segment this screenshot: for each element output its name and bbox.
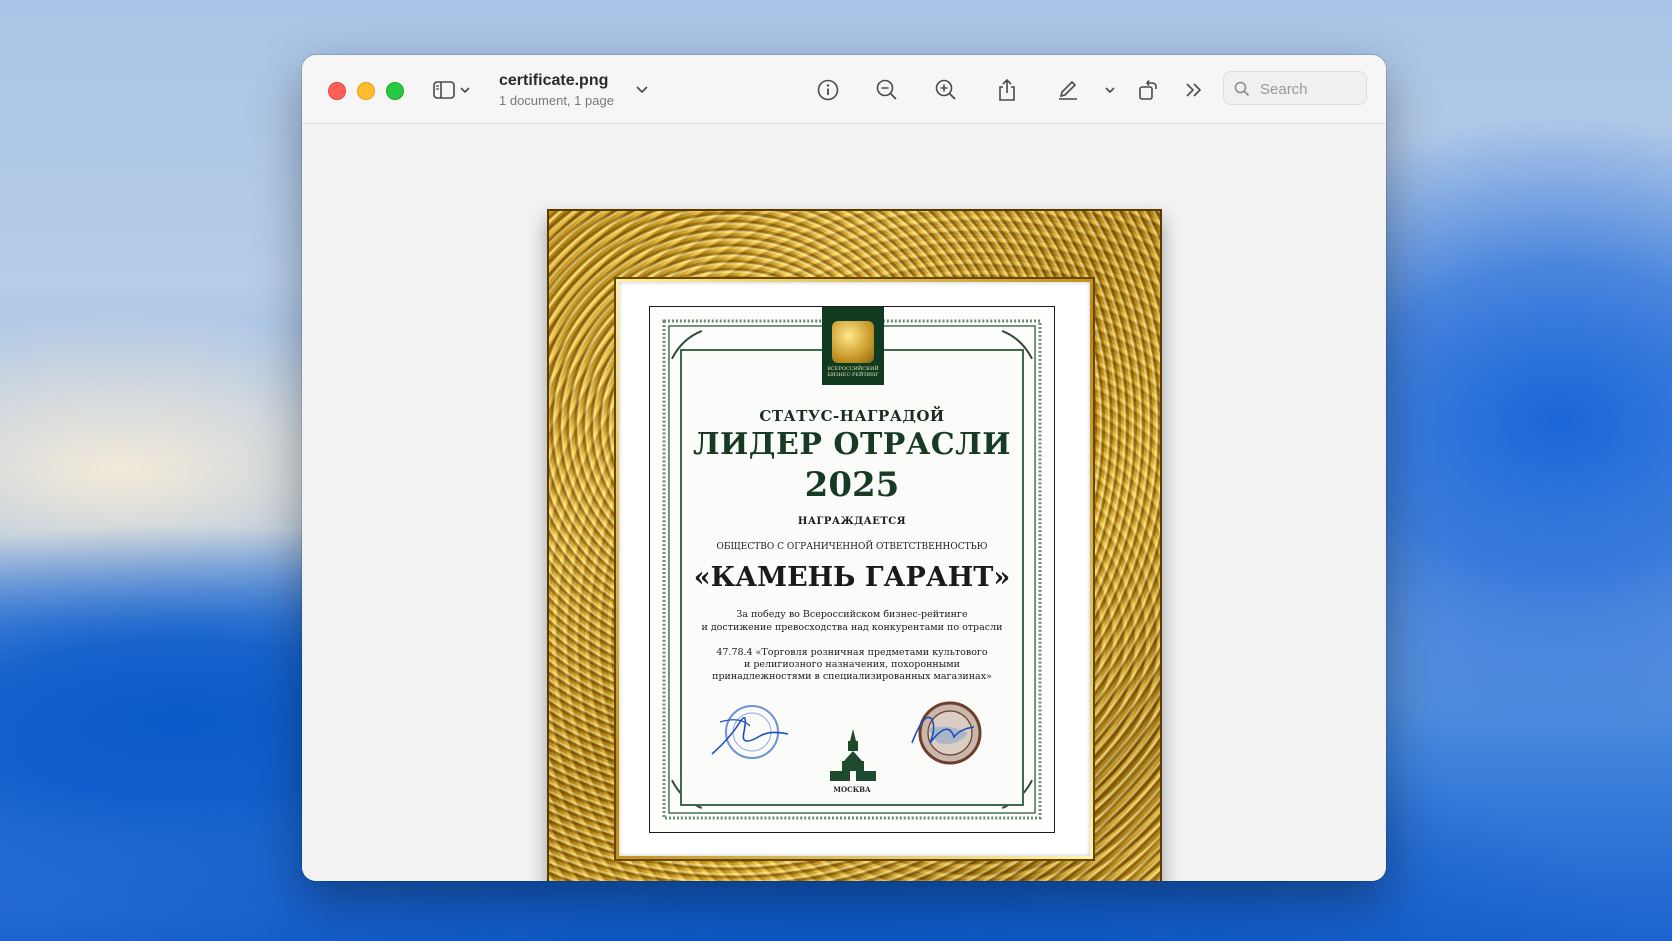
status-line: СТАТУС-НАГРАДОЙ <box>759 407 945 425</box>
rotate-icon <box>1139 80 1157 100</box>
company-name: «КАМЕНЬ ГАРАНТ» <box>693 562 1011 593</box>
info-icon <box>817 79 839 101</box>
document-title[interactable]: certificate.png <box>499 72 608 90</box>
document-menu-chevron[interactable] <box>634 77 650 103</box>
more-icon <box>1186 83 1202 97</box>
markup-button[interactable] <box>1054 77 1082 103</box>
sidebar-toggle-button[interactable] <box>430 77 458 103</box>
sidebar-options-chevron[interactable] <box>457 77 473 103</box>
search-icon <box>1234 81 1250 97</box>
zoom-out-icon <box>876 79 897 100</box>
share-icon <box>999 78 1015 101</box>
chevron-down-icon <box>1105 86 1115 93</box>
markup-pen-icon <box>1059 80 1077 100</box>
certificate: ВСЕРОССИЙСКИЙ БИЗНЕС-РЕЙТИНГ СТАТУС-НАГР… <box>649 306 1055 833</box>
activity-code-line-1: 47.78.4 «Торговля розничная предметами к… <box>716 647 988 658</box>
badge-emblem <box>832 321 874 363</box>
rotate-button[interactable] <box>1134 77 1162 103</box>
reason-line-2: и достижение превосходства над конкурент… <box>701 622 1003 633</box>
chevron-down-icon <box>636 86 648 94</box>
search-field[interactable] <box>1223 71 1367 105</box>
blue-stamp-signature <box>711 705 789 759</box>
chevron-down-icon <box>460 86 470 93</box>
city-label: МОСКВА <box>833 785 871 794</box>
title-bar: certificate.png 1 document, 1 page <box>302 55 1386 124</box>
preview-window: certificate.png 1 document, 1 page Searc… <box>302 55 1386 881</box>
brown-stamp-signature <box>911 701 982 765</box>
kremlin-tower-icon <box>830 729 876 781</box>
reason-line-1: За победу во Всероссийском бизнес-рейтин… <box>736 609 968 620</box>
badge-text: ВСЕРОССИЙСКИЙ БИЗНЕС-РЕЙТИНГ <box>827 366 879 378</box>
info-button[interactable] <box>814 77 842 103</box>
zoom-in-icon <box>935 79 956 100</box>
zoom-in-button[interactable] <box>932 77 960 103</box>
zoom-out-button[interactable] <box>873 77 901 103</box>
document-info: 1 document, 1 page <box>499 93 614 108</box>
maximize-button[interactable] <box>386 82 404 100</box>
minimize-button[interactable] <box>357 82 375 100</box>
organization-type: ОБЩЕСТВО С ОГРАНИЧЕННОЙ ОТВЕТСТВЕННОСТЬЮ <box>716 542 988 552</box>
sidebar-icon <box>433 81 455 99</box>
certificate-frame: ВСЕРОССИЙСКИЙ БИЗНЕС-РЕЙТИНГ СТАТУС-НАГР… <box>547 209 1162 881</box>
search-input[interactable] <box>1260 78 1360 100</box>
rating-badge: ВСЕРОССИЙСКИЙ БИЗНЕС-РЕЙТИНГ <box>822 307 884 385</box>
more-tools-button[interactable] <box>1180 77 1208 103</box>
markup-options-chevron[interactable] <box>1102 77 1118 103</box>
activity-code-line-2: и религиозного назначения, похоронными <box>743 659 961 670</box>
certificate-year: 2025 <box>804 465 900 505</box>
activity-code-line-3: принадлежностями в специализированных ма… <box>712 671 992 682</box>
awarded-label: НАГРАЖДАЕТСЯ <box>797 516 907 527</box>
share-button[interactable] <box>993 77 1021 103</box>
document-view: ВСЕРОССИЙСКИЙ БИЗНЕС-РЕЙТИНГ СТАТУС-НАГР… <box>302 124 1386 881</box>
certificate-title: ЛИДЕР ОТРАСЛИ <box>692 427 1012 462</box>
certificate-mat: ВСЕРОССИЙСКИЙ БИЗНЕС-РЕЙТИНГ СТАТУС-НАГР… <box>619 282 1090 856</box>
close-button[interactable] <box>328 82 346 100</box>
